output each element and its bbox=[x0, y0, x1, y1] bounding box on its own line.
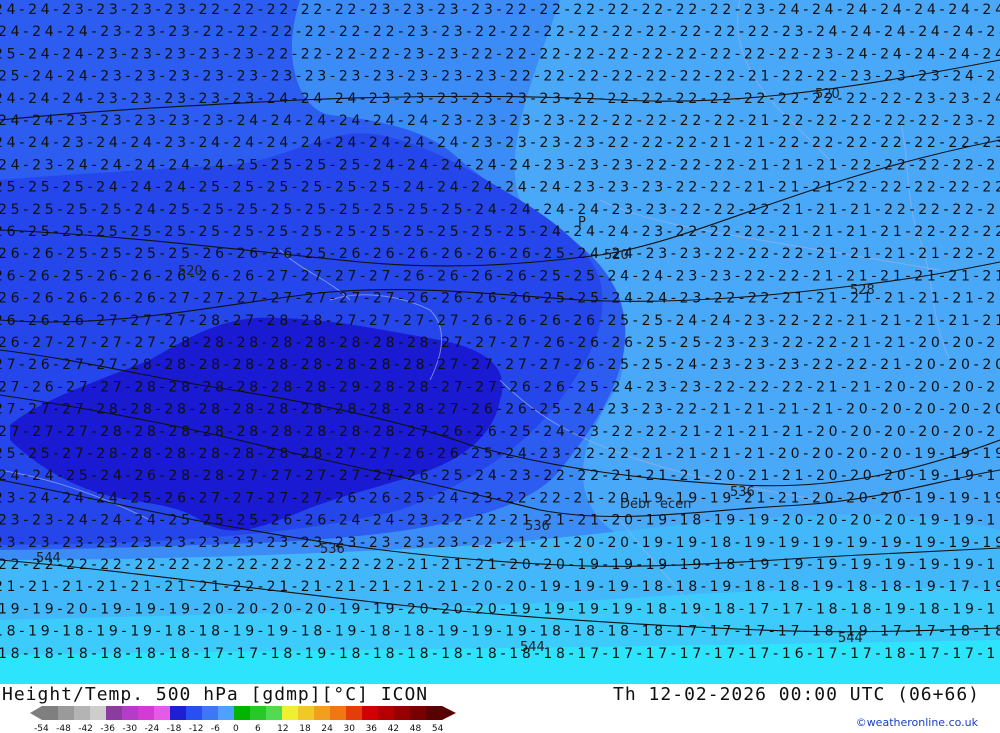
legend-swatch bbox=[362, 706, 379, 720]
contour-label: 520 bbox=[178, 264, 203, 279]
temperature-row: 25-25-25-25-24-25-25-25-25-25-25-25-25-2… bbox=[0, 202, 1000, 218]
legend-swatch bbox=[426, 706, 443, 720]
legend-swatch bbox=[58, 706, 75, 720]
temperature-row: 23-24-24-24-25-26-27-27-27-27-26-26-25-2… bbox=[0, 490, 1000, 506]
contour-label: 544 bbox=[838, 631, 863, 646]
legend-tick-label: 12 bbox=[277, 724, 288, 732]
legend-arrow-left bbox=[30, 706, 42, 720]
legend-swatch bbox=[378, 706, 395, 720]
legend-tick-label: 54 bbox=[432, 724, 444, 732]
temperature-row: 25-25-25-24-24-24-25-25-25-25-25-25-24-2… bbox=[0, 180, 1000, 196]
contour-label: 520 bbox=[815, 87, 840, 102]
legend-swatch bbox=[74, 706, 91, 720]
legend-swatch bbox=[122, 706, 139, 720]
legend-swatch bbox=[90, 706, 107, 720]
legend-swatch bbox=[186, 706, 203, 720]
temperature-row: 24-23-24-24-24-24-24-25-25-25-25-24-24-2… bbox=[0, 157, 1000, 173]
temperature-row: 22-22-22-22-22-22-22-22-22-22-22-22-21-2… bbox=[0, 557, 1000, 573]
legend-swatch bbox=[170, 706, 187, 720]
legend-swatch bbox=[346, 706, 363, 720]
temperature-row: 27-27-27-28-28-28-28-28-28-28-28-28-27-2… bbox=[0, 424, 1000, 440]
legend-swatch bbox=[106, 706, 123, 720]
temperature-row: 27-27-27-28-28-28-28-28-28-28-28-28-28-2… bbox=[0, 402, 1000, 418]
contour-label: 544 bbox=[36, 551, 61, 566]
temperature-row: 26-26-25-26-26-26-26-26-27-27-27-27-26-2… bbox=[0, 268, 1000, 284]
temperature-row: 24-24-24-23-23-23-22-22-22-22-22-22-23-2… bbox=[0, 24, 1000, 40]
legend-swatch bbox=[394, 706, 411, 720]
place-label: P bbox=[578, 215, 586, 230]
legend-swatch bbox=[218, 706, 235, 720]
legend-ticks: -54 -48 -42 -36 -30 -24 -18 -12 -6 0 6 12 18 24 30 36 42… bbox=[34, 724, 444, 732]
temperature-row: 24-24-23-23-23-23-22-22-22-22-22-23-23-2… bbox=[0, 2, 1000, 18]
temperature-row: 21-21-21-21-21-21-21-22-21-21-21-21-21-2… bbox=[0, 579, 1000, 595]
legend-swatch bbox=[202, 706, 219, 720]
place-label: Debr bbox=[620, 497, 652, 512]
temperature-row: 25-24-24-23-23-23-23-23-22-22-22-22-23-2… bbox=[0, 46, 1000, 62]
temperature-row: 23-23-24-24-24-25-25-25-26-26-24-24-23-2… bbox=[0, 513, 1000, 529]
temperature-row: 24-24-23-23-23-23-23-24-24-24-24-24-24-2… bbox=[0, 113, 1000, 129]
legend-swatch bbox=[314, 706, 331, 720]
legend-tick-label: -24 bbox=[145, 724, 160, 732]
contour-label: 536 bbox=[320, 542, 345, 557]
legend-tick-label: 36 bbox=[366, 724, 378, 732]
temperature-row: 27-26-27-27-28-28-28-28-28-28-29-28-28-2… bbox=[0, 379, 1000, 395]
legend-tick-label: -42 bbox=[78, 724, 93, 732]
legend-arrow-right bbox=[442, 706, 456, 720]
legend-swatch bbox=[330, 706, 347, 720]
temperature-row: 26-26-25-25-25-25-26-26-26-25-26-26-26-2… bbox=[0, 246, 1000, 262]
legend-tick-label: 6 bbox=[255, 724, 261, 732]
legend-tick-label: 42 bbox=[388, 724, 399, 732]
contour-label: 544 bbox=[520, 640, 545, 655]
color-legend bbox=[30, 706, 456, 720]
contour-label: 520 bbox=[604, 248, 629, 263]
temperature-row: 23-23-23-23-23-23-23-23-23-23-23-23-23-2… bbox=[0, 535, 1000, 551]
legend-tick-label: -36 bbox=[100, 724, 115, 732]
legend-tick-label: 0 bbox=[233, 724, 239, 732]
legend-tick-label: -30 bbox=[122, 724, 137, 732]
legend-swatch bbox=[234, 706, 251, 720]
legend-tick-label: 18 bbox=[299, 724, 311, 732]
map-footer: Height/Temp. 500 hPa [gdmp][°C] ICON Th … bbox=[0, 684, 1000, 733]
legend-swatch bbox=[154, 706, 171, 720]
legend-swatch bbox=[250, 706, 267, 720]
legend-swatch bbox=[138, 706, 155, 720]
contour-label: 536 bbox=[730, 485, 755, 500]
legend-tick-label: 48 bbox=[410, 724, 422, 732]
legend-swatch bbox=[266, 706, 283, 720]
map-valid-time: Th 12-02-2026 00:00 UTC (06+66) bbox=[613, 684, 980, 705]
legend-tick-label: 30 bbox=[343, 724, 355, 732]
map-title: Height/Temp. 500 hPa [gdmp][°C] ICON bbox=[2, 684, 429, 705]
credit-link[interactable]: ©weatheronline.co.uk bbox=[856, 716, 978, 729]
legend-swatch bbox=[42, 706, 59, 720]
legend-tick-label: -12 bbox=[189, 724, 204, 732]
contour-label: 528 bbox=[850, 283, 875, 298]
temperature-row: 24-24-24-23-23-23-23-23-24-24-24-23-23-2… bbox=[0, 91, 1000, 107]
temperature-row: 24-24-25-24-26-28-28-27-27-27-27-27-26-2… bbox=[0, 468, 1000, 484]
legend-swatch bbox=[410, 706, 427, 720]
temperature-row: 25-25-27-28-28-28-28-28-28-28-27-27-26-2… bbox=[0, 446, 1000, 462]
temperature-row: 18-18-18-18-18-18-17-17-18-19-18-18-18-1… bbox=[0, 646, 1000, 662]
legend-tick-label: -18 bbox=[167, 724, 182, 732]
temperature-row: 26-25-25-25-25-25-25-25-25-25-25-25-25-2… bbox=[0, 224, 1000, 240]
temperature-row: 26-27-27-27-27-28-28-28-28-28-28-28-28-2… bbox=[0, 335, 1000, 351]
weather-map: 24-24-23-23-23-23-22-22-22-22-22-23-23-2… bbox=[0, 0, 1000, 684]
legend-tick-label: 24 bbox=[321, 724, 333, 732]
temperature-row: 19-19-20-19-19-19-20-20-20-20-19-19-20-2… bbox=[0, 601, 1000, 617]
temperature-row: 26-26-26-27-27-27-28-27-28-28-27-27-27-2… bbox=[0, 313, 1000, 329]
legend-tick-label: -48 bbox=[56, 724, 71, 732]
temperature-row: 25-24-24-23-23-23-23-23-23-23-23-23-23-2… bbox=[0, 69, 1000, 85]
temperature-row: 27-26-27-27-28-28-28-28-28-28-28-28-28-2… bbox=[0, 357, 1000, 373]
legend-tick-label: -54 bbox=[34, 724, 49, 732]
temperature-row: 24-24-23-24-24-23-24-24-24-24-24-24-24-2… bbox=[0, 135, 1000, 151]
place-label: ecen bbox=[660, 497, 691, 512]
contour-label: 536 bbox=[525, 519, 550, 534]
map-canvas: 24-24-23-23-23-23-22-22-22-22-22-23-23-2… bbox=[0, 0, 1000, 684]
legend-tick-label: -6 bbox=[211, 724, 220, 732]
legend-swatch bbox=[282, 706, 299, 720]
legend-swatch bbox=[298, 706, 315, 720]
